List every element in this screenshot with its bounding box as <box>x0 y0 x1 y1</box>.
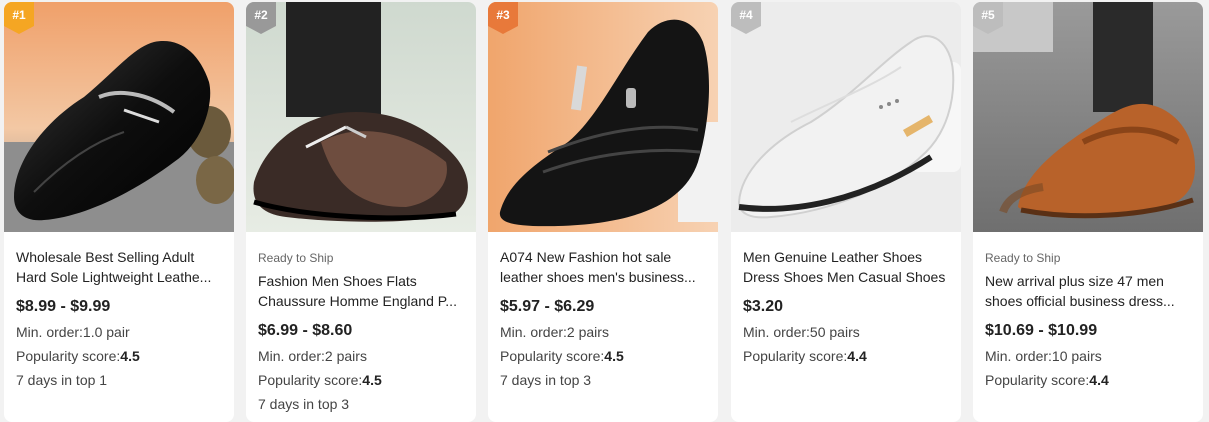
rank-badge: #5 <box>973 2 1003 34</box>
popularity-score: Popularity score:4.4 <box>743 348 867 364</box>
product-row: #1 Wholesale Best Selling Adult Hard Sol… <box>0 0 1209 422</box>
product-image[interactable]: #3 <box>488 2 718 232</box>
rank-badge: #3 <box>488 2 518 34</box>
product-title[interactable]: Fashion Men Shoes Flats Chaussure Homme … <box>258 271 464 311</box>
min-order: Min. order:10 pairs <box>985 348 1102 364</box>
popularity-score: Popularity score:4.5 <box>500 348 624 364</box>
product-price: $10.69 - $10.99 <box>985 322 1098 339</box>
product-card[interactable]: #3 A074 New Fashion hot sale leather sho… <box>488 2 718 422</box>
product-title[interactable]: Wholesale Best Selling Adult Hard Sole L… <box>16 247 222 287</box>
product-card[interactable]: #4 Men Genuine Leather Shoes Dress Shoes… <box>731 2 961 422</box>
top-rank-text: 7 days in top 3 <box>500 372 592 388</box>
rank-badge: #2 <box>246 2 276 34</box>
product-price: $5.97 - $6.29 <box>500 298 595 315</box>
product-image[interactable]: #1 <box>4 2 234 232</box>
popularity-score: Popularity score:4.4 <box>985 372 1109 388</box>
top-rank-text: 7 days in top 3 <box>258 396 350 412</box>
product-image[interactable]: #4 <box>731 2 961 232</box>
min-order: Min. order:2 pairs <box>258 348 367 364</box>
product-image[interactable]: #2 <box>246 2 476 232</box>
ready-to-ship-label: Ready to Ship <box>985 251 1061 265</box>
product-price: $3.20 <box>743 298 784 315</box>
min-order: Min. order:2 pairs <box>500 324 609 340</box>
product-card[interactable]: #5 Ready to Ship New arrival plus size 4… <box>973 2 1203 422</box>
product-image[interactable]: #5 <box>973 2 1203 232</box>
product-title[interactable]: Men Genuine Leather Shoes Dress Shoes Me… <box>743 247 949 287</box>
product-card[interactable]: #1 Wholesale Best Selling Adult Hard Sol… <box>4 2 234 422</box>
min-order: Min. order:1.0 pair <box>16 324 130 340</box>
popularity-score: Popularity score:4.5 <box>16 348 140 364</box>
min-order: Min. order:50 pairs <box>743 324 860 340</box>
popularity-score: Popularity score:4.5 <box>258 372 382 388</box>
top-rank-text: 7 days in top 1 <box>16 372 108 388</box>
product-card[interactable]: #2 Ready to Ship Fashion Men Shoes Flats… <box>246 2 476 422</box>
product-title[interactable]: New arrival plus size 47 men shoes offic… <box>985 271 1191 311</box>
rank-badge: #4 <box>731 2 761 34</box>
product-price: $6.99 - $8.60 <box>258 322 353 339</box>
product-title[interactable]: A074 New Fashion hot sale leather shoes … <box>500 247 706 287</box>
product-price: $8.99 - $9.99 <box>16 298 111 315</box>
rank-badge: #1 <box>4 2 34 34</box>
ready-to-ship-label: Ready to Ship <box>258 251 334 265</box>
